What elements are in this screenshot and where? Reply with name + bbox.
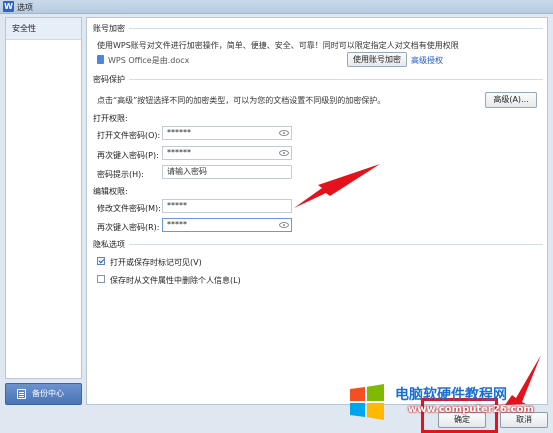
modify-password-field[interactable]: ***** bbox=[162, 199, 292, 213]
modify-password-label: 修改文件密码(M): bbox=[97, 204, 161, 213]
backup-center-label: 备份中心 bbox=[32, 389, 64, 398]
eye-icon[interactable] bbox=[279, 150, 289, 156]
window-title: 选项 bbox=[17, 3, 33, 12]
section-title-password-protect: 密码保护 bbox=[93, 75, 125, 84]
mark-visible-checkbox[interactable] bbox=[97, 257, 105, 265]
backup-icon bbox=[17, 389, 26, 399]
reenter-open-password-field[interactable]: ****** bbox=[162, 146, 292, 160]
use-account-encrypt-button[interactable]: 使用账号加密 bbox=[347, 52, 407, 67]
remove-personal-info-label: 保存时从文件属性中删除个人信息(L) bbox=[110, 276, 241, 285]
open-password-field[interactable]: ****** bbox=[162, 126, 292, 140]
remove-personal-info-checkbox[interactable] bbox=[97, 275, 105, 283]
mark-visible-label: 打开或保存时标记可见(V) bbox=[110, 258, 202, 267]
reenter-open-password-label: 再次键入密码(P): bbox=[97, 151, 159, 160]
advanced-auth-link[interactable]: 高级授权 bbox=[411, 55, 443, 66]
window-title-faded: ……………………… bbox=[44, 2, 125, 11]
document-file-name: WPS Office是由.docx bbox=[108, 56, 190, 65]
open-password-label: 打开文件密码(O): bbox=[97, 131, 161, 140]
password-protect-description: 点击“高级”按钮选择不同的加密类型，可以为您的文档设置不同级别的加密保护。 bbox=[97, 96, 386, 105]
open-permission-title: 打开权限: bbox=[93, 114, 128, 123]
watermark-url: www.computer26.com bbox=[408, 404, 534, 415]
divider bbox=[129, 79, 543, 80]
watermark-title: 电脑软硬件教程网 bbox=[395, 387, 507, 403]
sidebar-item-security[interactable]: 安全性 bbox=[6, 18, 81, 40]
eye-icon[interactable] bbox=[279, 222, 289, 228]
reenter-modify-password-field[interactable]: ***** bbox=[162, 218, 292, 232]
title-bar: W 选项 ……………………… bbox=[0, 0, 553, 14]
reenter-modify-password-label: 再次键入密码(R): bbox=[97, 223, 160, 232]
edit-permission-title: 编辑权限: bbox=[93, 187, 128, 196]
main-panel: 账号加密 使用WPS账号对文件进行加密操作，简单、便捷、安全、可靠！同时可以限定… bbox=[86, 17, 548, 405]
divider bbox=[129, 28, 543, 29]
eye-icon[interactable] bbox=[279, 130, 289, 136]
app-logo-icon: W bbox=[3, 1, 14, 12]
account-encrypt-description: 使用WPS账号对文件进行加密操作，简单、便捷、安全、可靠！同时可以限定指定人对文… bbox=[97, 41, 459, 50]
sidebar: 安全性 bbox=[5, 17, 82, 379]
advanced-button[interactable]: 高级(A)... bbox=[485, 92, 537, 108]
document-icon bbox=[97, 55, 104, 64]
password-hint-input[interactable]: 请输入密码 bbox=[162, 165, 292, 179]
windows-logo-icon bbox=[350, 384, 384, 420]
section-title-privacy: 隐私选项 bbox=[93, 240, 125, 249]
divider bbox=[129, 244, 543, 245]
password-hint-label: 密码提示(H): bbox=[97, 170, 144, 179]
section-title-account-encrypt: 账号加密 bbox=[93, 24, 125, 33]
backup-center-button[interactable]: 备份中心 bbox=[5, 383, 82, 405]
